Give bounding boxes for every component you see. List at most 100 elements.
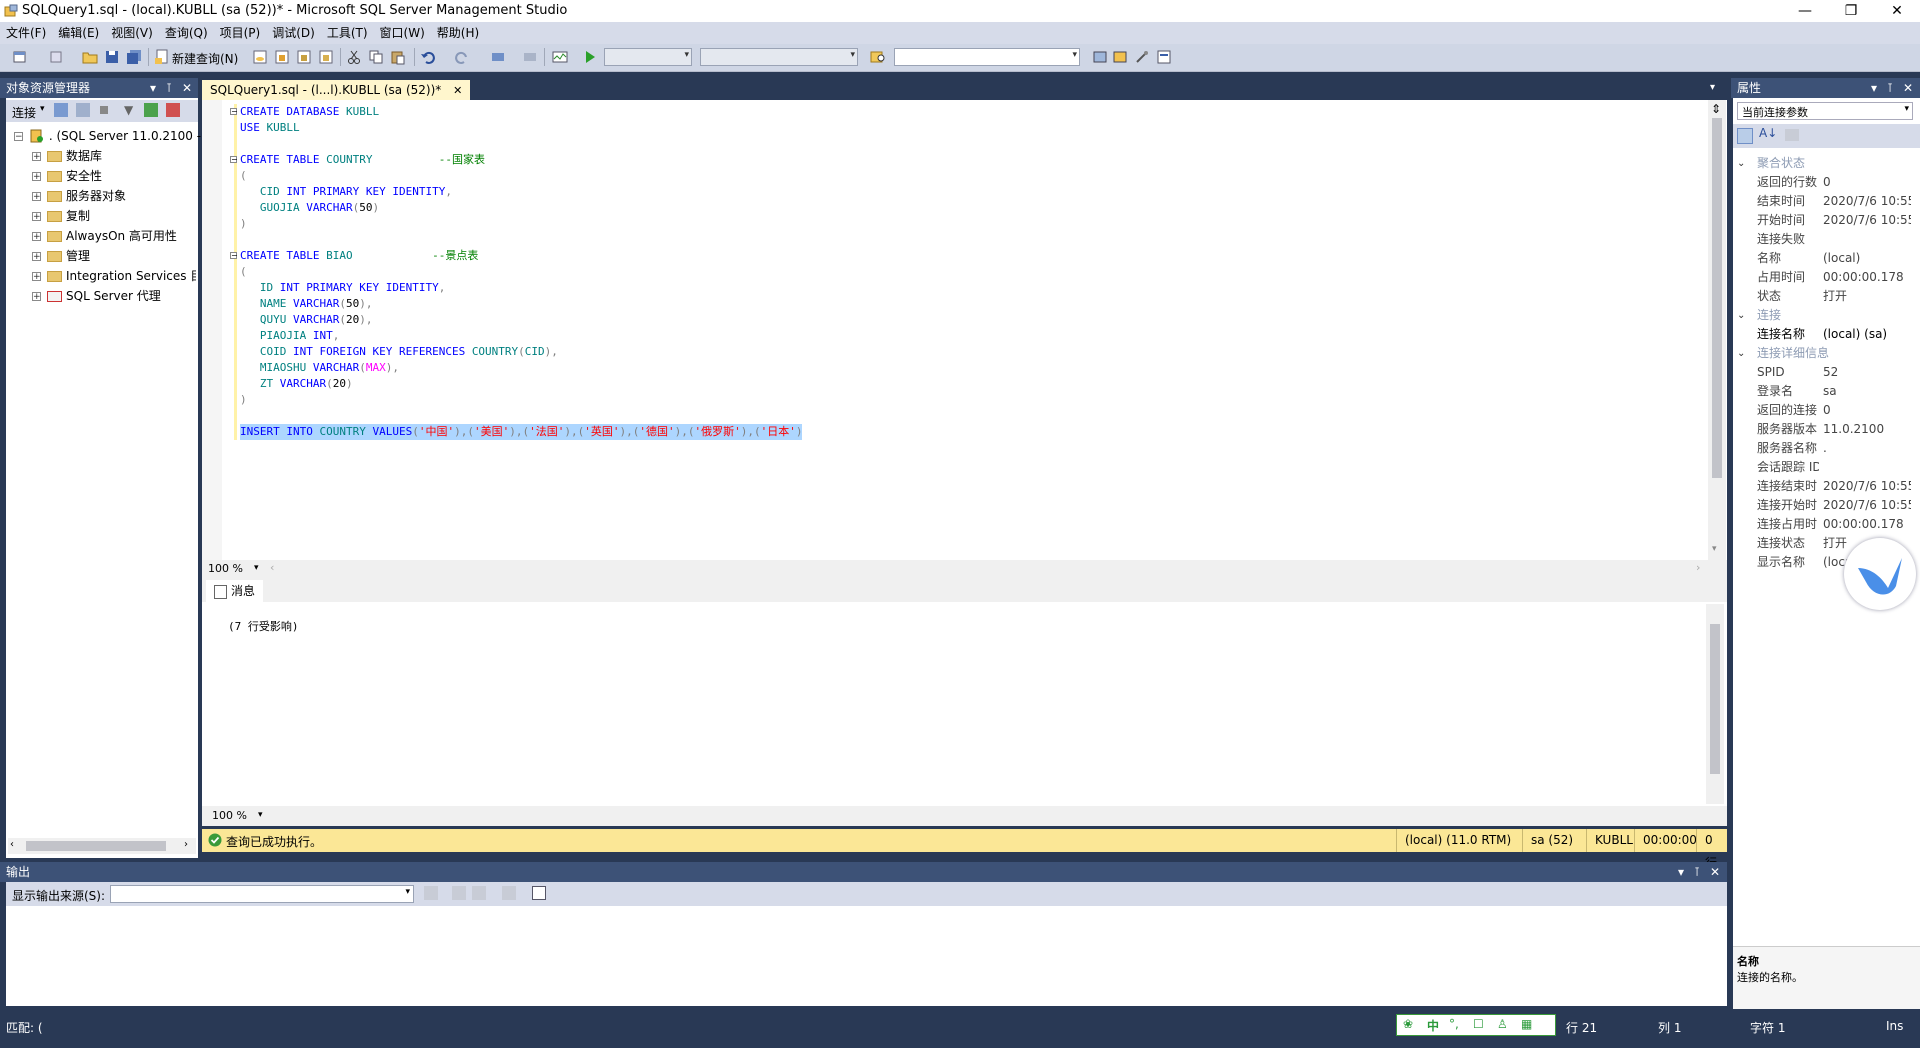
analysis-query-icon[interactable]: [274, 49, 290, 65]
undo-icon[interactable]: [420, 49, 436, 65]
categorized-icon[interactable]: [1737, 128, 1753, 144]
property-row[interactable]: 占用时间 00:00:00.178: [1731, 268, 1911, 287]
oe-horizontal-scrollbar[interactable]: ‹ ›: [8, 838, 196, 854]
expand-icon[interactable]: +: [32, 192, 41, 202]
tree-node-databases[interactable]: + 数据库: [32, 146, 102, 166]
category-collapse-icon[interactable]: ⌄: [1737, 306, 1745, 325]
cut-icon[interactable]: [346, 49, 362, 65]
maximize-button[interactable]: ❐: [1828, 0, 1874, 22]
property-row[interactable]: 开始时间 2020/7/6 10:55:: [1731, 211, 1911, 230]
alphabetical-icon[interactable]: A↓: [1759, 126, 1777, 140]
tree-node-alwayson[interactable]: + AlwaysOn 高可用性: [32, 226, 177, 246]
scrollbar-thumb[interactable]: [1712, 118, 1722, 478]
tools-icon[interactable]: [1134, 49, 1150, 65]
tree-node-sql-agent[interactable]: + SQL Server 代理: [32, 286, 161, 306]
close-panel-icon[interactable]: ✕: [1708, 862, 1722, 882]
output-source-dropdown[interactable]: ▾: [110, 885, 414, 903]
tree-node-management[interactable]: + 管理: [32, 246, 90, 266]
expand-icon[interactable]: +: [32, 172, 41, 182]
minimize-button[interactable]: —: [1782, 0, 1828, 22]
new-query-icon[interactable]: [154, 49, 170, 65]
redo-icon[interactable]: [454, 49, 470, 65]
property-row[interactable]: 连接名称 (local) (sa): [1731, 325, 1911, 344]
disconnect-icon[interactable]: [76, 103, 90, 117]
solution-platform-dropdown[interactable]: ▾: [700, 48, 858, 66]
property-category[interactable]: ⌄ 连接: [1731, 306, 1911, 325]
ime-mode[interactable]: 中: [1427, 1017, 1439, 1034]
navigate-forward-icon[interactable]: [522, 49, 538, 65]
find-dropdown[interactable]: ▾: [894, 48, 1080, 66]
property-row[interactable]: 服务器版本 11.0.2100: [1731, 420, 1911, 439]
results-vertical-scrollbar[interactable]: [1706, 604, 1724, 804]
property-row[interactable]: 连接失败: [1731, 230, 1911, 249]
menu-file[interactable]: 文件(F): [0, 22, 52, 44]
find-previous-icon[interactable]: [452, 886, 466, 900]
output-text-area[interactable]: [6, 906, 1727, 1006]
mdx-query-icon[interactable]: [296, 49, 312, 65]
menu-tools[interactable]: 工具(T): [321, 22, 374, 44]
punctuation-icon[interactable]: °,: [1449, 1017, 1459, 1031]
menu-query[interactable]: 查询(Q): [159, 22, 214, 44]
dropdown-icon[interactable]: ▾: [146, 78, 160, 98]
add-item-icon[interactable]: [48, 49, 64, 65]
property-row[interactable]: 状态 打开: [1731, 287, 1911, 306]
property-row[interactable]: 会话跟踪 ID: [1731, 458, 1911, 477]
scrollbar-thumb[interactable]: [26, 841, 166, 851]
property-row[interactable]: 结束时间 2020/7/6 10:55:: [1731, 192, 1911, 211]
save-all-icon[interactable]: [126, 49, 142, 65]
tree-node-security[interactable]: + 安全性: [32, 166, 102, 186]
fold-toggle-icon[interactable]: −: [230, 108, 238, 116]
expand-icon[interactable]: +: [32, 232, 41, 242]
grid-menu-icon[interactable]: ▦: [1521, 1017, 1532, 1031]
menu-edit[interactable]: 编辑(E): [52, 22, 105, 44]
open-file-icon[interactable]: [82, 49, 98, 65]
dropdown-icon[interactable]: ▾: [1867, 78, 1881, 98]
goto-message-icon[interactable]: [424, 886, 438, 900]
dropdown-icon[interactable]: ▾: [1674, 862, 1688, 882]
filter-icon[interactable]: ▼: [124, 103, 133, 117]
close-tab-icon[interactable]: ✕: [453, 84, 462, 97]
category-collapse-icon[interactable]: ⌄: [1737, 154, 1745, 173]
ime-toolbar[interactable]: ❀ 中 °, ☐ ♙ ▦: [1396, 1014, 1556, 1036]
results-zoom-dropdown[interactable]: 100 %: [212, 809, 247, 822]
scrollbar-thumb[interactable]: [1710, 624, 1720, 774]
xmla-query-icon[interactable]: [318, 49, 334, 65]
user-icon[interactable]: ♙: [1497, 1017, 1508, 1031]
stop-icon[interactable]: [100, 106, 108, 114]
property-row[interactable]: SPID 52: [1731, 363, 1911, 382]
property-row[interactable]: 返回的行数 0: [1731, 173, 1911, 192]
tab-sqlquery1[interactable]: SQLQuery1.sql - (l...l).KUBLL (sa (52))*…: [202, 80, 471, 100]
object-explorer-icon[interactable]: [1112, 49, 1128, 65]
property-row[interactable]: 登录名 sa: [1731, 382, 1911, 401]
menu-window[interactable]: 窗口(W): [374, 22, 431, 44]
paw-icon[interactable]: ❀: [1403, 1017, 1413, 1031]
pin-icon[interactable]: ⊺: [1883, 78, 1897, 98]
activity-monitor-icon[interactable]: [552, 49, 568, 65]
tree-node-replication[interactable]: + 复制: [32, 206, 90, 226]
property-row[interactable]: 服务器名称.: [1731, 439, 1911, 458]
copy-icon[interactable]: [368, 49, 384, 65]
editor-vertical-scrollbar[interactable]: ⇕ ▾: [1708, 100, 1726, 560]
fold-toggle-icon[interactable]: −: [230, 156, 238, 164]
paste-icon[interactable]: [390, 49, 406, 65]
property-row[interactable]: 连接开始时 2020/7/6 10:55:: [1731, 496, 1911, 515]
registered-servers-icon[interactable]: [1092, 49, 1108, 65]
property-row[interactable]: 连接结束时 2020/7/6 10:55:: [1731, 477, 1911, 496]
find-next-icon[interactable]: [472, 886, 486, 900]
save-icon[interactable]: [104, 49, 120, 65]
menu-view[interactable]: 视图(V): [105, 22, 159, 44]
property-row[interactable]: 连接占用时 00:00:00.178: [1731, 515, 1911, 534]
new-project-icon[interactable]: [12, 49, 28, 65]
find-in-files-icon[interactable]: [870, 49, 886, 65]
expand-icon[interactable]: +: [32, 252, 41, 262]
menu-debug[interactable]: 调试(D): [266, 22, 321, 44]
property-pages-icon[interactable]: [1785, 129, 1799, 141]
property-category[interactable]: ⌄ 连接详细信息: [1731, 344, 1911, 363]
skin-icon[interactable]: ☐: [1473, 1017, 1484, 1031]
word-wrap-icon[interactable]: [532, 886, 546, 900]
tree-node-integration-services[interactable]: + Integration Services 目: [32, 266, 196, 286]
pin-icon[interactable]: ⊺: [1690, 862, 1704, 882]
properties-window-icon[interactable]: [1156, 49, 1172, 65]
collapse-icon[interactable]: −: [14, 132, 23, 142]
expand-icon[interactable]: +: [32, 292, 41, 302]
